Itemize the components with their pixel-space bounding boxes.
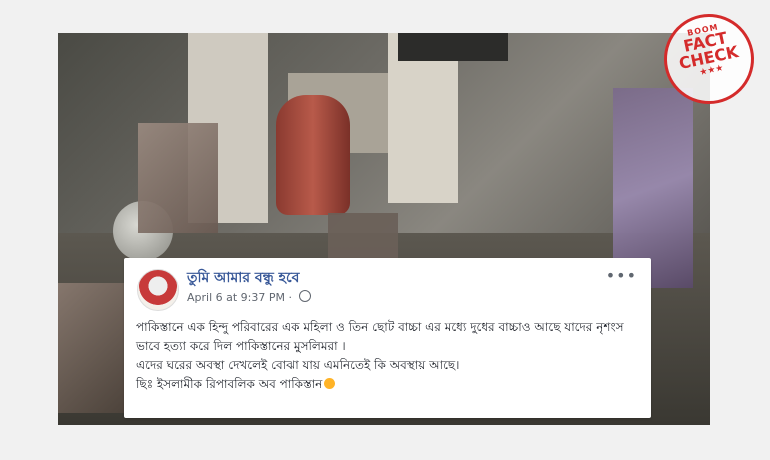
post-paragraph: এদের ঘরের অবস্থা দেখলেই বোঝা যায় এমনিতে… [136,358,460,372]
post-paragraph: ছিঃ ইসলামীক রিপাবলিক অব পাকিস্তান [136,375,641,394]
facebook-post-card: তুমি আমার বন্ধু হবে April 6 at 9:37 PM ·… [124,258,651,418]
blurred-region [138,123,218,233]
post-paragraph: পাকিস্তানে এক হিন্দু পরিবারের এক মহিলা ও… [136,320,624,353]
stove-shelf [398,33,508,61]
disappointed-emoji-icon [324,378,336,389]
post-timestamp[interactable]: April 6 at 9:37 PM [187,291,285,304]
post-meta: April 6 at 9:37 PM · [187,290,311,304]
post-author[interactable]: তুমি আমার বন্ধু হবে [187,266,299,290]
more-options-icon[interactable]: ••• [606,266,637,285]
avatar[interactable] [137,269,179,311]
post-paragraph-text: ছিঃ ইসলামীক রিপাবলিক অব পাকিস্তান [136,377,323,391]
globe-icon[interactable] [298,290,311,302]
meta-separator: · [288,291,293,304]
gas-cylinder [276,95,350,215]
post-body: পাকিস্তানে এক হিন্দু পরিবারের এক মহিলা ও… [136,318,641,394]
